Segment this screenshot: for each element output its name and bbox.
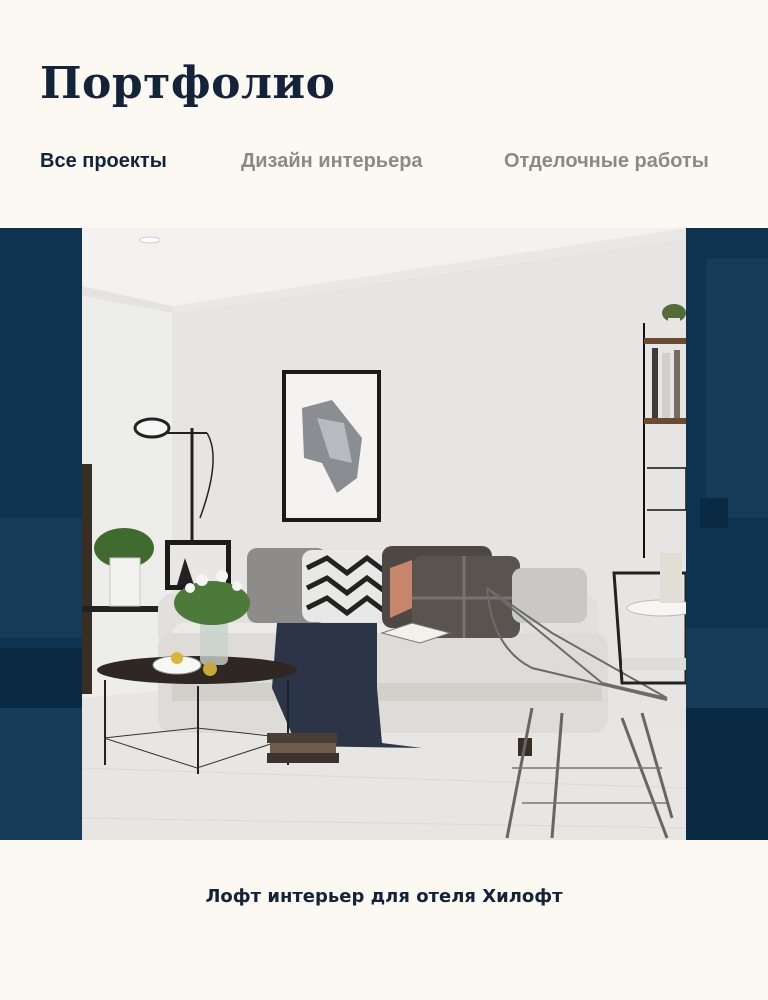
- page-title: Портфолио: [40, 58, 336, 109]
- next-slide[interactable]: [686, 228, 768, 840]
- portfolio-carousel: [0, 228, 768, 840]
- portfolio-filter-tabs: Все проекты Дизайн интерьера Отделочные …: [40, 150, 740, 180]
- project-photo[interactable]: [82, 228, 686, 840]
- tab-interior-design[interactable]: Дизайн интерьера: [241, 150, 423, 173]
- tab-finishing-works[interactable]: Отделочные работы: [504, 150, 709, 173]
- previous-slide[interactable]: [0, 228, 82, 840]
- tab-all-projects[interactable]: Все проекты: [40, 150, 167, 173]
- project-caption: Лофт интерьер для отеля Хилофт: [205, 886, 563, 907]
